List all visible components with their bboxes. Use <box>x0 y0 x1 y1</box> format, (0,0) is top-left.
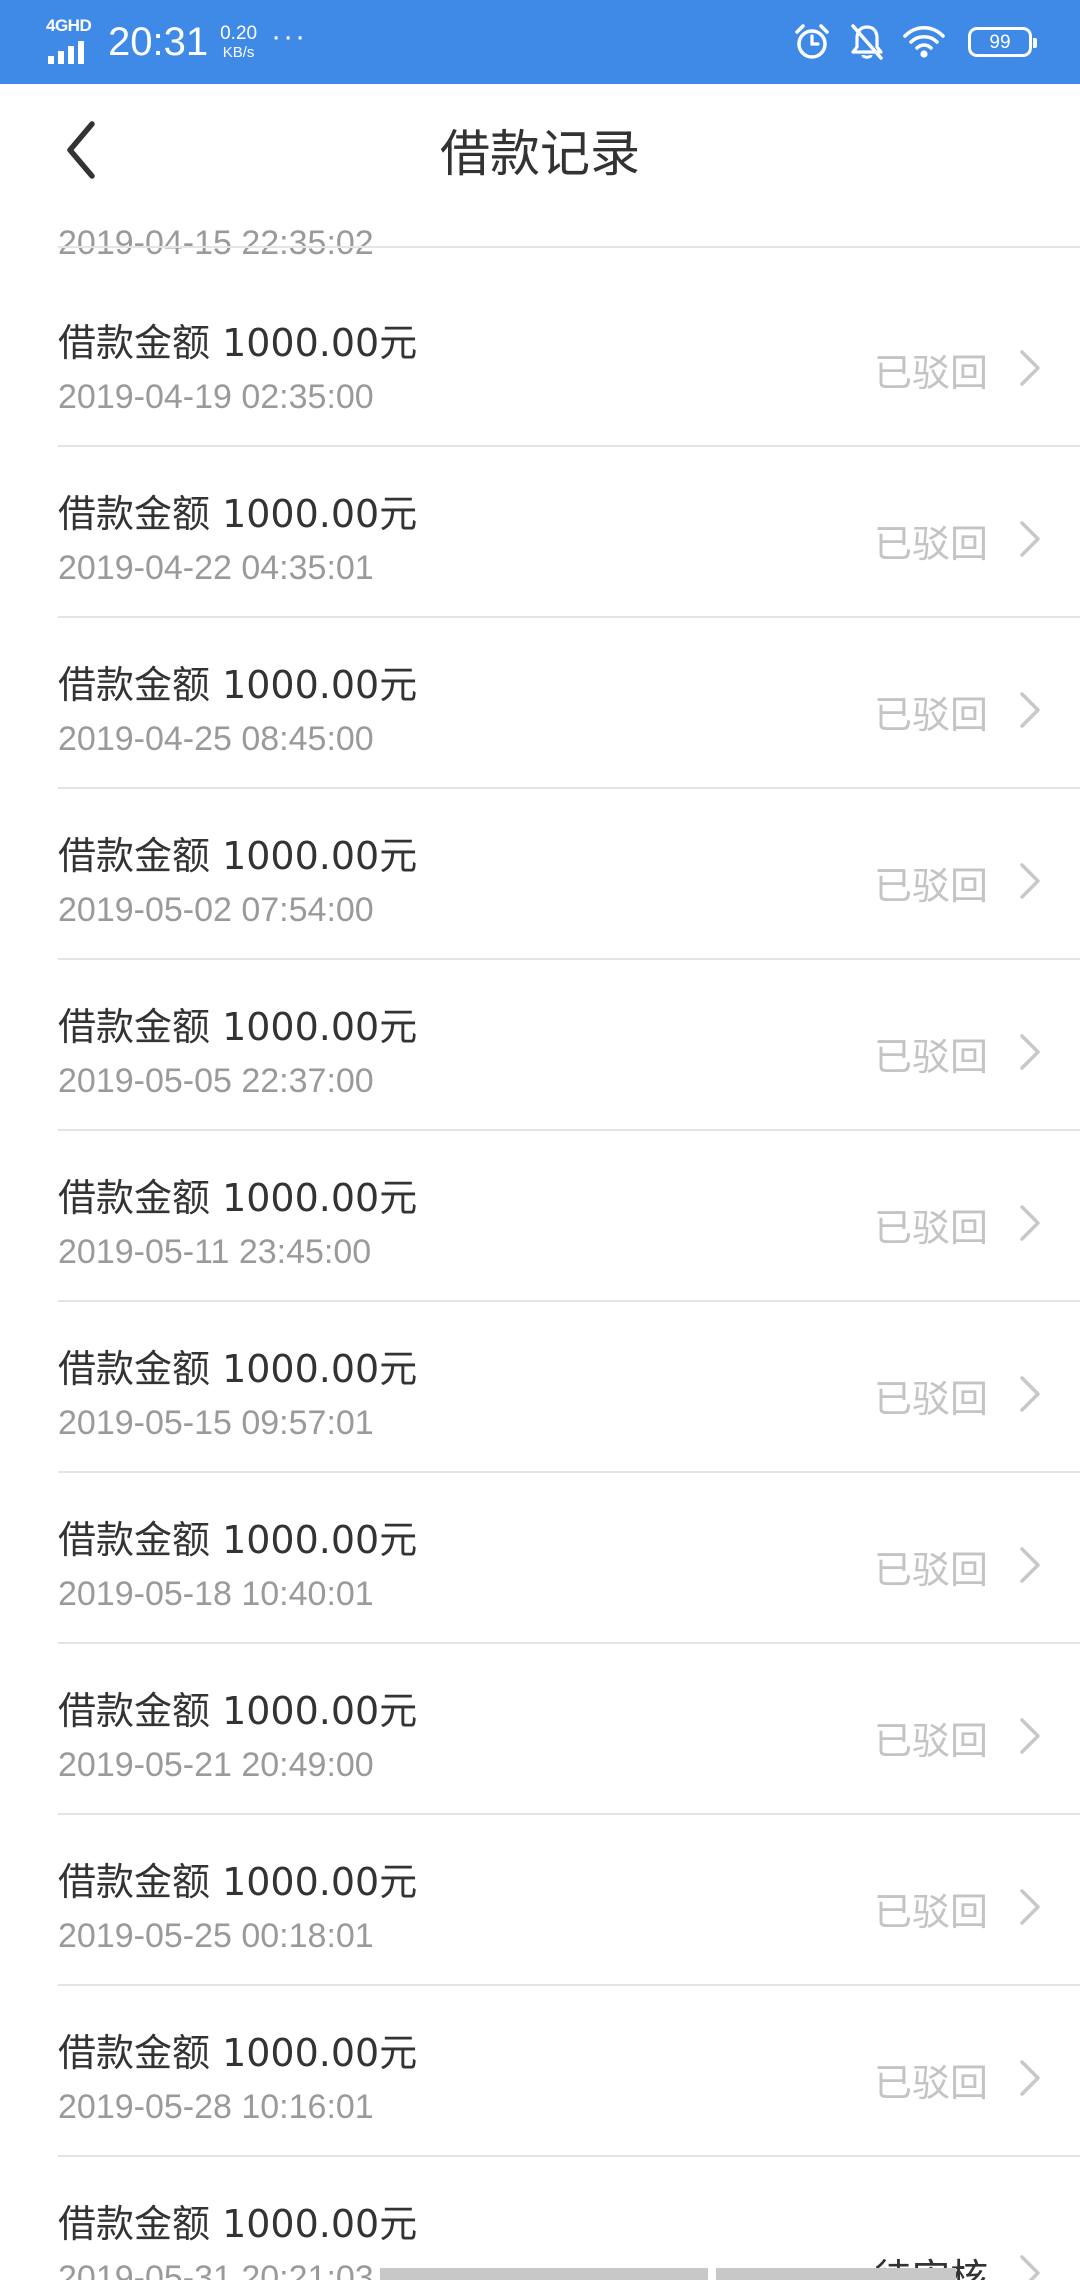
list-item[interactable]: 借款金额 1000.00元 2019-04-22 04:35:01 已驳回 <box>0 447 1080 618</box>
nav-bar: 借款记录 <box>0 84 1080 216</box>
record-date: 2019-04-15 22:35:02 <box>58 224 374 262</box>
record-date: 2019-05-05 22:37:00 <box>58 1062 374 1100</box>
record-status: 已驳回 <box>873 522 988 566</box>
record-date: 2019-05-21 20:49:00 <box>58 1746 374 1784</box>
status-bar: 4GHD 20:31 0.20 KB/s ··· 99 <box>0 0 1080 84</box>
network-speed: 0.20 KB/s <box>220 24 257 60</box>
record-status: 已驳回 <box>873 1719 988 1763</box>
record-date: 2019-05-11 23:45:00 <box>58 1233 372 1271</box>
chevron-right-icon <box>1020 692 1040 728</box>
record-date: 2019-05-28 10:16:01 <box>58 2088 374 2126</box>
chevron-left-icon <box>67 121 95 179</box>
loan-record-list[interactable]: 2019-04-15 22:35:02 借款金额 1000.00元 2019-04… <box>0 216 1080 2280</box>
record-amount: 借款金额 1000.00元 <box>58 1689 418 1733</box>
record-amount: 借款金额 1000.00元 <box>58 1518 418 1562</box>
record-status: 已驳回 <box>873 1377 988 1421</box>
chevron-right-icon <box>1020 2255 1040 2280</box>
scroll-indicator[interactable] <box>380 2268 708 2280</box>
chevron-right-icon <box>1020 1718 1040 1754</box>
record-amount: 借款金额 1000.00元 <box>58 663 418 707</box>
chevron-right-icon <box>1020 350 1040 386</box>
record-date: 2019-05-15 09:57:01 <box>58 1404 374 1442</box>
list-item[interactable]: 借款金额 1000.00元 2019-05-28 10:16:01 已驳回 <box>0 1986 1080 2157</box>
list-item[interactable]: 借款金额 1000.00元 2019-05-21 20:49:00 已驳回 <box>0 1644 1080 1815</box>
record-date: 2019-04-25 08:45:00 <box>58 720 374 758</box>
list-item[interactable]: 借款金额 1000.00元 2019-05-15 09:57:01 已驳回 <box>0 1302 1080 1473</box>
record-amount: 借款金额 1000.00元 <box>58 321 418 365</box>
list-item[interactable]: 借款金额 1000.00元 2019-05-25 00:18:01 已驳回 <box>0 1815 1080 1986</box>
chevron-right-icon <box>1020 1205 1040 1241</box>
divider <box>58 246 1080 248</box>
list-item[interactable]: 2019-04-15 22:35:02 <box>0 216 1080 262</box>
record-amount: 借款金额 1000.00元 <box>58 1347 418 1391</box>
app-screen: 4GHD 20:31 0.20 KB/s ··· 99 借款记录 2019-04… <box>0 0 1080 2280</box>
record-status: 已驳回 <box>873 1548 988 1592</box>
wifi-icon <box>902 24 946 60</box>
record-date: 2019-05-31 20:21:03 <box>58 2259 374 2280</box>
clock: 20:31 <box>108 19 209 64</box>
scroll-indicator-secondary[interactable] <box>716 2268 956 2280</box>
status-bar-left: 4GHD 20:31 0.20 KB/s ··· <box>44 0 307 84</box>
signal-icon: 4GHD <box>44 12 100 72</box>
list-item[interactable]: 借款金额 1000.00元2019-05-31 20:21:03待审核 <box>0 2157 1080 2280</box>
record-amount: 借款金额 1000.00元 <box>58 2202 418 2246</box>
record-date: 2019-05-18 10:40:01 <box>58 1575 374 1613</box>
record-status: 已驳回 <box>873 1035 988 1079</box>
record-date: 2019-05-02 07:54:00 <box>58 891 374 929</box>
mute-bell-icon <box>848 22 886 62</box>
network-type: 4GHD <box>46 16 92 35</box>
chevron-right-icon <box>1020 2060 1040 2096</box>
record-rows: 借款金额 1000.00元 2019-04-19 02:35:00 已驳回 借款金额 … <box>0 276 1080 2280</box>
record-status: 已驳回 <box>873 2061 988 2105</box>
network-speed-unit: KB/s <box>222 44 255 61</box>
status-bar-right: 99 <box>792 0 1037 84</box>
record-status: 已驳回 <box>873 864 988 908</box>
record-amount: 借款金额 1000.00元 <box>58 1860 418 1904</box>
record-date: 2019-04-19 02:35:00 <box>58 378 374 416</box>
record-amount: 借款金额 1000.00元 <box>58 2031 418 2075</box>
network-speed-value: 0.20 <box>220 23 258 44</box>
record-amount: 借款金额 1000.00元 <box>58 1176 418 1220</box>
battery-level: 99 <box>989 31 1011 53</box>
list-item[interactable]: 借款金额 1000.00元 2019-04-25 08:45:00 已驳回 <box>0 618 1080 789</box>
record-amount: 借款金额 1000.00元 <box>58 834 418 878</box>
signal-bars <box>48 41 84 64</box>
more-notifications-icon: ··· <box>271 20 308 53</box>
list-item[interactable]: 借款金额 1000.00元 2019-05-02 07:54:00 已驳回 <box>0 789 1080 960</box>
record-date: 2019-04-22 04:35:01 <box>58 549 374 587</box>
record-date: 2019-05-25 00:18:01 <box>58 1917 374 1955</box>
chevron-right-icon <box>1020 863 1040 899</box>
list-item[interactable]: 借款金额 1000.00元 2019-05-18 10:40:01 已驳回 <box>0 1473 1080 1644</box>
alarm-icon <box>792 22 832 62</box>
list-item[interactable]: 借款金额 1000.00元 2019-05-11 23:45:00 已驳回 <box>0 1131 1080 1302</box>
record-status: 已驳回 <box>873 693 988 737</box>
record-status: 已驳回 <box>873 351 988 395</box>
page-title: 借款记录 <box>440 125 640 183</box>
record-status: 已驳回 <box>873 1206 988 1250</box>
back-button[interactable] <box>52 120 112 180</box>
record-amount: 借款金额 1000.00元 <box>58 492 418 536</box>
record-status: 已驳回 <box>873 1890 988 1934</box>
chevron-right-icon <box>1020 1889 1040 1925</box>
chevron-right-icon <box>1020 1376 1040 1412</box>
list-item[interactable]: 借款金额 1000.00元 2019-04-19 02:35:00 已驳回 <box>0 276 1080 447</box>
list-item[interactable]: 借款金额 1000.00元 2019-05-05 22:37:00 已驳回 <box>0 960 1080 1131</box>
chevron-right-icon <box>1020 521 1040 557</box>
record-amount: 借款金额 1000.00元 <box>58 1005 418 1049</box>
battery-icon: 99 <box>968 27 1037 57</box>
chevron-right-icon <box>1020 1547 1040 1583</box>
chevron-right-icon <box>1020 1034 1040 1070</box>
